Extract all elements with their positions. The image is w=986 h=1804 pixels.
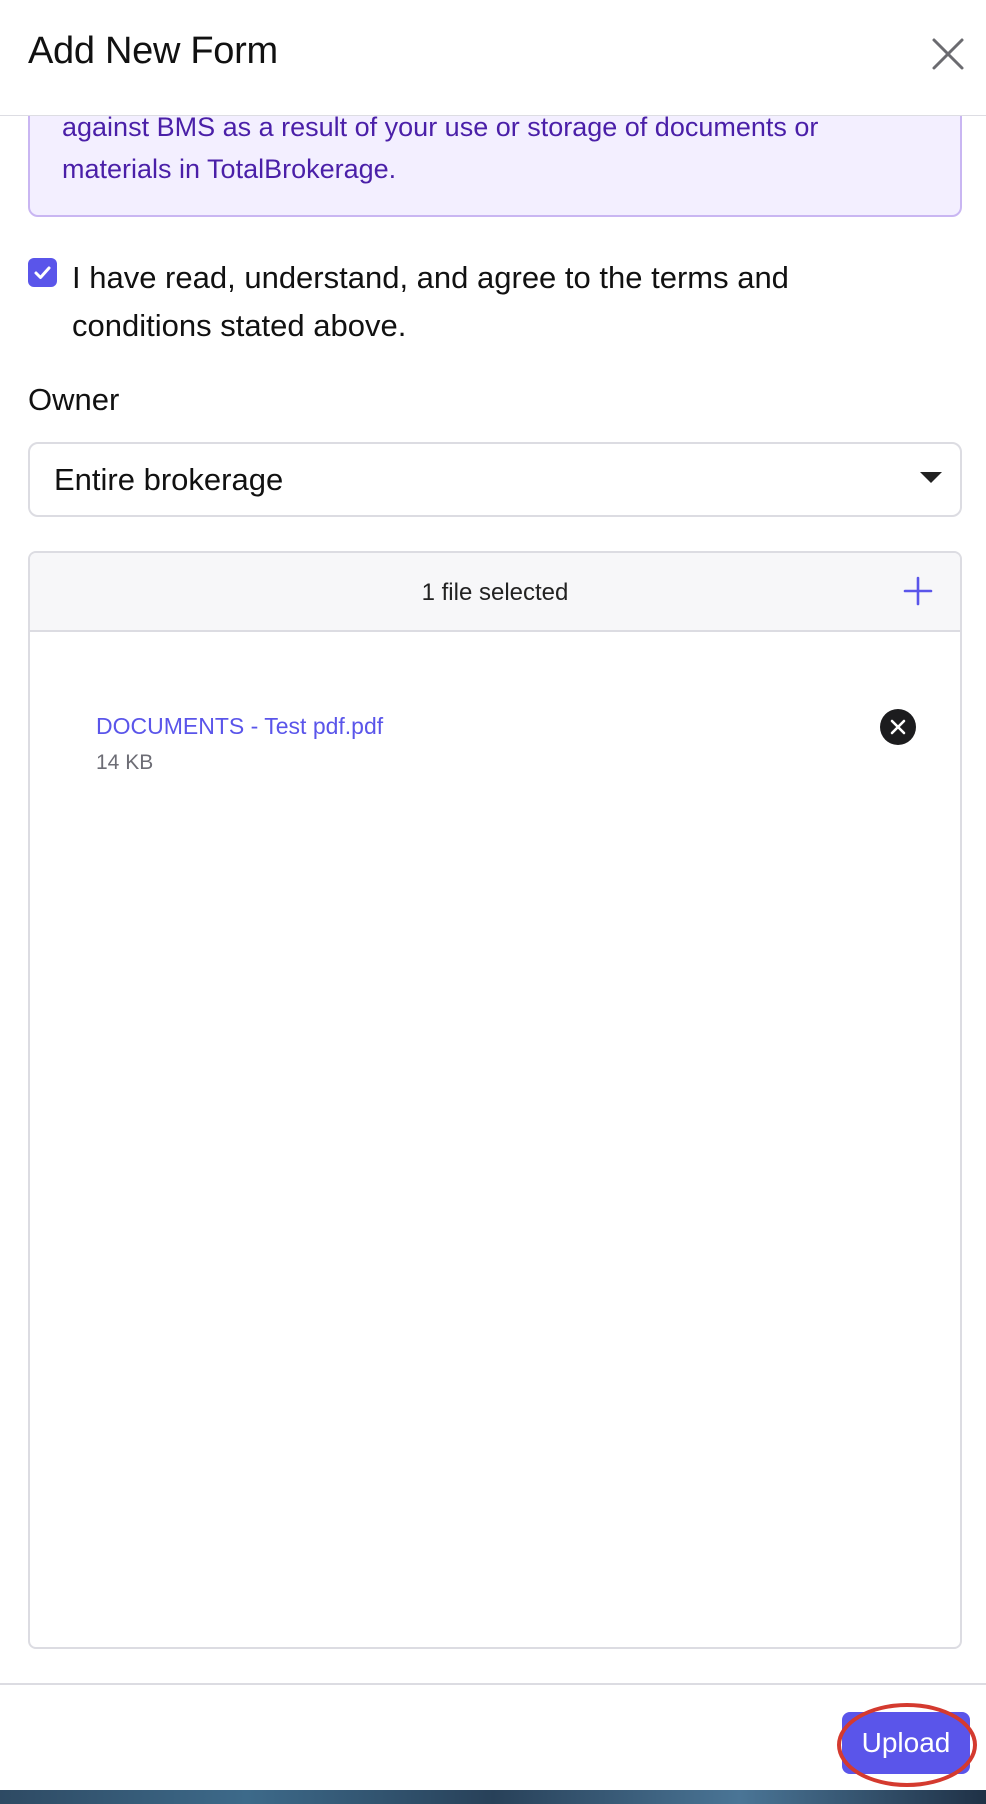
plus-icon[interactable] [900,573,936,609]
close-icon[interactable] [928,34,968,74]
dialog-header: Add New Form [0,0,986,116]
check-icon [34,266,51,279]
close-circle-icon [890,719,906,735]
file-list-item: DOCUMENTS - Test pdf.pdf 14 KB [96,709,916,793]
desktop-background [0,1790,986,1804]
file-name-link[interactable]: DOCUMENTS - Test pdf.pdf [96,713,383,740]
notice-line: materials in TotalBrokerage. [62,154,397,184]
agree-label[interactable]: I have read, understand, and agree to th… [72,254,932,350]
remove-file-button[interactable] [880,709,916,745]
file-panel-header: 1 file selected [30,553,960,632]
add-form-dialog: against BMS as a result of your use or s… [0,0,986,1804]
owner-select[interactable]: Entire brokerage [28,442,962,517]
owner-label: Owner [28,382,120,417]
dialog-title: Add New Form [28,30,278,72]
dialog-footer: Upload [0,1683,986,1787]
file-upload-panel: 1 file selected DOCUMENTS - Test pdf.pdf… [28,551,962,1649]
upload-button[interactable]: Upload [842,1712,970,1774]
files-selected-count: 1 file selected [421,579,569,606]
owner-selected-value: Entire brokerage [54,462,284,497]
caret-down-icon [920,472,942,483]
agree-checkbox[interactable] [28,258,57,287]
file-size: 14 KB [96,751,154,774]
